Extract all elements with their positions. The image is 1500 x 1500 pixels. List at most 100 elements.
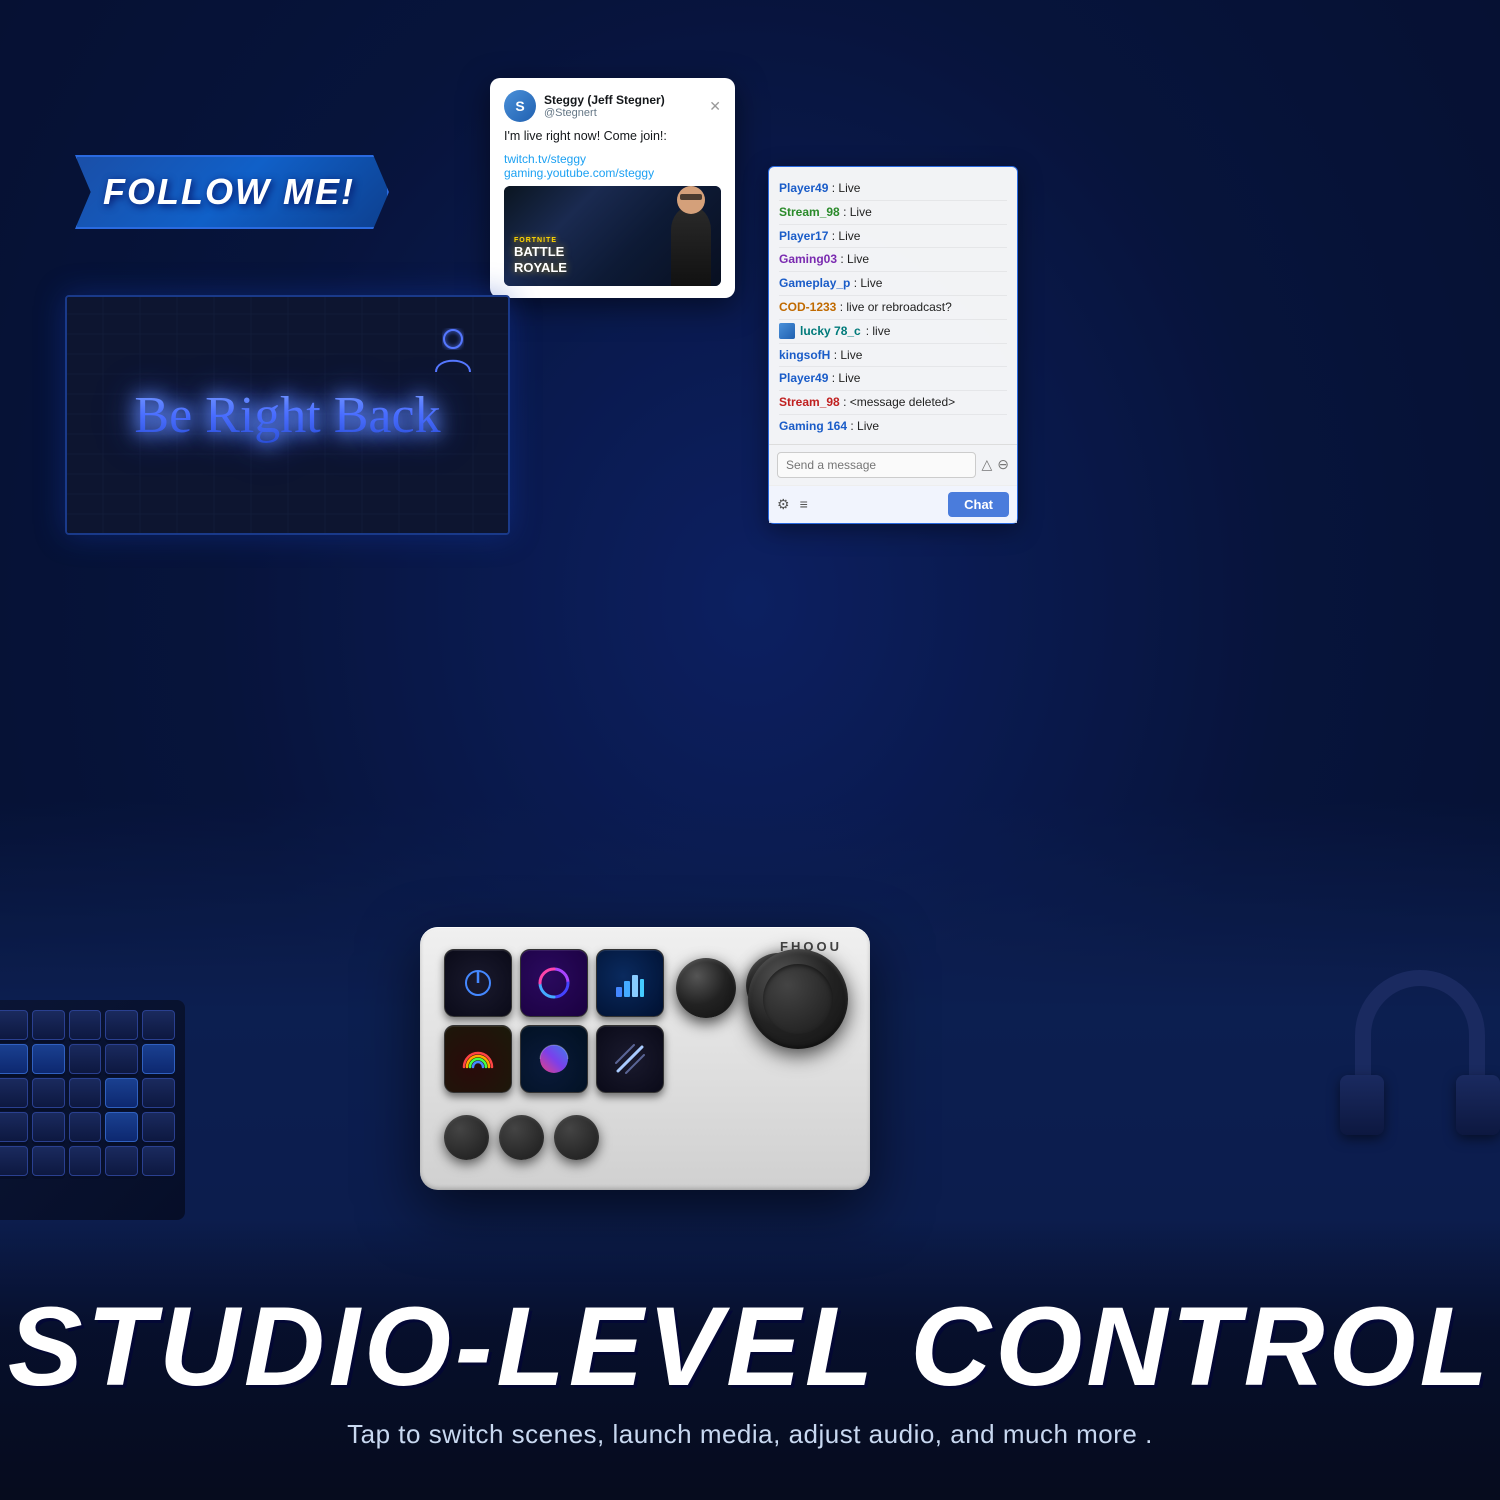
kb-key — [32, 1112, 65, 1142]
kb-key — [0, 1078, 28, 1108]
deck-small-knob-1[interactable] — [499, 1115, 544, 1160]
chat-text-4: : Live — [854, 276, 883, 290]
chat-emoji-icon[interactable]: △ — [981, 456, 992, 473]
tweet-avatar: S — [504, 90, 536, 122]
tweet-handle: @Stegnert — [544, 107, 701, 119]
kb-key — [32, 1010, 65, 1040]
tweet-user-info: Steggy (Jeff Stegner) @Stegnert — [544, 93, 701, 119]
kb-key-lit — [105, 1078, 138, 1108]
chat-settings-icon[interactable]: ⚙ — [777, 496, 790, 513]
kb-key-lit — [105, 1112, 138, 1142]
brb-person-icon — [428, 327, 478, 382]
chat-user-9: Stream_98 — [779, 395, 840, 409]
chat-text-10: : Live — [850, 419, 879, 433]
tweet-card: S Steggy (Jeff Stegner) @Stegnert ✕ I'm … — [490, 78, 735, 298]
chat-text-7: : Live — [834, 348, 863, 362]
chat-avatar-6 — [779, 323, 795, 339]
kb-key — [142, 1146, 175, 1176]
tweet-link-youtube[interactable]: gaming.youtube.com/steggy — [504, 166, 721, 180]
chat-text-5: : live or rebroadcast? — [840, 300, 952, 314]
kb-key — [69, 1146, 102, 1176]
chat-send-button[interactable]: Chat — [948, 492, 1009, 517]
kb-key — [0, 1146, 28, 1176]
kb-key — [69, 1010, 102, 1040]
keyboard-keys — [0, 1000, 185, 1186]
kb-key — [105, 1010, 138, 1040]
chat-text-1: : Live — [843, 205, 872, 219]
tweet-body: I'm live right now! Come join!: — [504, 128, 721, 146]
content-layer: FOLLOW ME! S Steggy (Jeff Stegner) @Steg… — [0, 0, 1500, 1500]
tweet-header: S Steggy (Jeff Stegner) @Stegnert ✕ — [504, 90, 721, 122]
chat-message-4: Gameplay_p : Live — [779, 272, 1007, 296]
chat-message-10: Gaming 164 : Live — [779, 415, 1007, 438]
follow-me-shape: FOLLOW ME! — [75, 155, 389, 229]
chat-text-2: : Live — [832, 229, 861, 243]
follow-me-banner: FOLLOW ME! — [75, 155, 389, 229]
brb-text: Be Right Back — [134, 386, 440, 445]
deck-key-5[interactable] — [596, 1025, 664, 1093]
chat-text-3: : Live — [840, 252, 869, 266]
sub-title: Tap to switch scenes, launch media, adju… — [347, 1419, 1153, 1450]
chat-user-6: lucky 78_c — [800, 323, 861, 340]
chat-user-0: Player49 — [779, 181, 828, 195]
chat-message-1: Stream_98 : Live — [779, 201, 1007, 225]
kb-key — [32, 1078, 65, 1108]
kb-key — [142, 1112, 175, 1142]
chat-user-5: COD-1233 — [779, 300, 836, 314]
tweet-image: FORTNITE BATTLEROYALE — [504, 186, 721, 286]
chat-text-9: : <message deleted> — [843, 395, 955, 409]
chat-input-area: △ ⊖ — [769, 444, 1017, 485]
deck-key-2[interactable] — [596, 949, 664, 1017]
stream-deck-device: FHOOU — [420, 927, 870, 1190]
kb-key-lit — [32, 1044, 65, 1074]
chat-user-8: Player49 — [779, 371, 828, 385]
chat-message-5: COD-1233 : live or rebroadcast? — [779, 296, 1007, 320]
chat-input[interactable] — [777, 452, 976, 478]
deck-small-knob-0[interactable] — [444, 1115, 489, 1160]
chat-message-6: lucky 78_c : live — [779, 320, 1007, 344]
chat-footer: ⚙ ≡ Chat — [769, 485, 1017, 523]
kb-key — [142, 1010, 175, 1040]
chat-message-8: Player49 : Live — [779, 367, 1007, 391]
tweet-close-icon[interactable]: ✕ — [709, 98, 721, 115]
kb-key-lit — [142, 1044, 175, 1074]
deck-large-knob[interactable] — [748, 949, 848, 1049]
chat-user-7: kingsofH — [779, 348, 830, 362]
deck-medium-knob-0[interactable] — [676, 958, 736, 1018]
kb-key — [32, 1146, 65, 1176]
chat-user-2: Player17 — [779, 229, 828, 243]
deck-buttons-grid — [444, 949, 664, 1093]
follow-me-text: FOLLOW ME! — [103, 171, 355, 212]
chat-panel: Player49 : Live Stream_98 : Live Player1… — [768, 166, 1018, 524]
main-title: STUDIO-LEVEL CONTROL — [8, 1291, 1492, 1403]
tweet-link-twitch[interactable]: twitch.tv/steggy — [504, 152, 721, 166]
chat-messages: Player49 : Live Stream_98 : Live Player1… — [769, 167, 1017, 444]
deck-key-1[interactable] — [520, 949, 588, 1017]
chat-message-3: Gaming03 : Live — [779, 248, 1007, 272]
chat-list-icon[interactable]: ≡ — [800, 496, 808, 513]
chat-options-icon[interactable]: ⊖ — [997, 456, 1009, 473]
kb-key — [142, 1078, 175, 1108]
deck-key-4[interactable] — [520, 1025, 588, 1093]
kb-key — [105, 1044, 138, 1074]
chat-user-1: Stream_98 — [779, 205, 840, 219]
chat-message-7: kingsofH : Live — [779, 344, 1007, 368]
brb-screen: Be Right Back — [65, 295, 510, 535]
deck-key-0[interactable] — [444, 949, 512, 1017]
deck-key-3[interactable] — [444, 1025, 512, 1093]
chat-message-9: Stream_98 : <message deleted> — [779, 391, 1007, 415]
kb-key — [69, 1112, 102, 1142]
bottom-section: STUDIO-LEVEL CONTROL Tap to switch scene… — [0, 1220, 1500, 1500]
deck-small-knob-2[interactable] — [554, 1115, 599, 1160]
kb-key — [69, 1078, 102, 1108]
chat-user-4: Gameplay_p — [779, 276, 850, 290]
deck-small-knobs — [444, 1115, 664, 1160]
chat-text-8: : Live — [832, 371, 861, 385]
chat-user-3: Gaming03 — [779, 252, 837, 266]
kb-key — [0, 1010, 28, 1040]
deck-body: FHOOU — [420, 927, 870, 1190]
kb-key — [0, 1112, 28, 1142]
tweet-username: Steggy (Jeff Stegner) — [544, 93, 701, 107]
chat-message-2: Player17 : Live — [779, 225, 1007, 249]
kb-key — [69, 1044, 102, 1074]
